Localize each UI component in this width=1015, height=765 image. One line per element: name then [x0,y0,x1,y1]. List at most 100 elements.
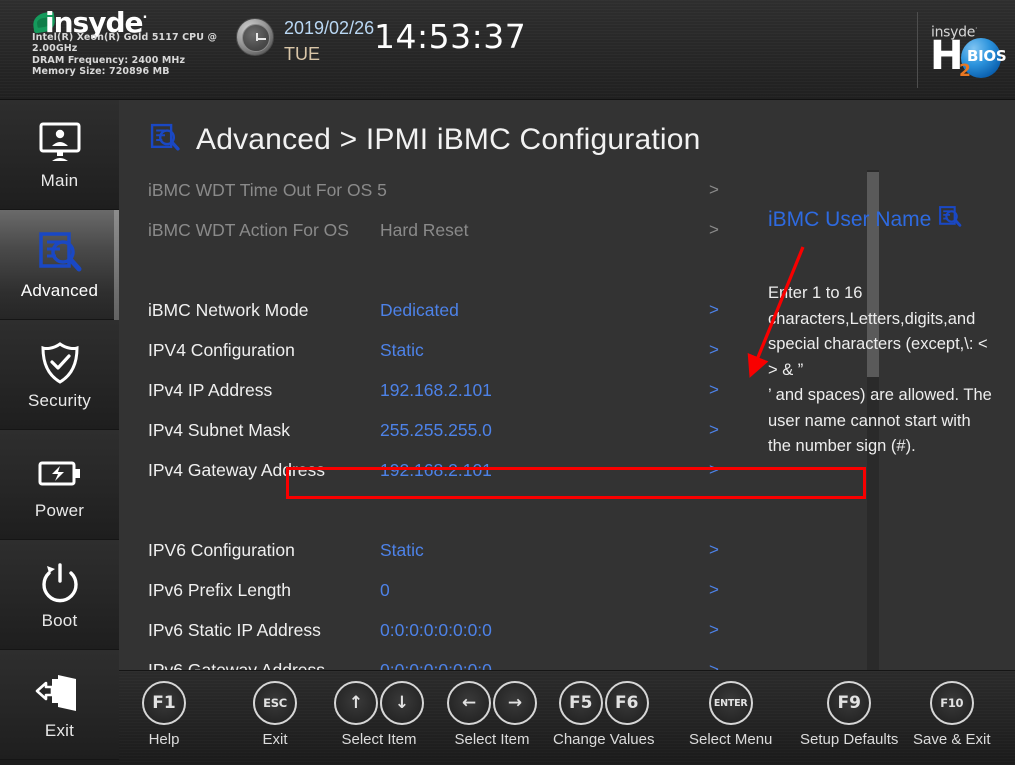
key-f10[interactable]: F10 [929,681,974,725]
clock-icon [236,18,274,56]
setting-row[interactable]: IPv4 Subnet Mask 255.255.255.0 > [148,410,743,450]
footer-group-select-menu[interactable]: ENTER Select Menu [689,681,772,748]
footer-label: Select Item [454,731,530,748]
power-restart-icon [35,559,85,607]
footer-label: Select Item [341,731,417,748]
key-arrow-down[interactable]: ↓ [380,681,424,725]
key-arrow-left[interactable]: ← [447,681,491,725]
footer-group-select-item-horizontal[interactable]: ← → Select Item [447,681,537,748]
setting-value: Static [380,339,424,360]
sidebar-item-label: Security [27,390,91,410]
content-area: Advanced > IPMI iBMC Configuration iBMC … [119,100,1015,765]
brand-registered-mark: · [142,10,147,26]
key-esc[interactable]: ESC [253,681,297,725]
document-search-icon [937,205,963,235]
setting-row[interactable]: IPv6 Prefix Length 0 > [148,570,743,610]
function-key-bar: F1 Help ESC Exit ↑ ↓ Select Item ← → Sel… [119,670,1015,765]
key-f5[interactable]: F5 [558,681,603,725]
help-title-text: iBMC User Name [768,208,932,231]
key-arrow-up[interactable]: ↑ [334,681,378,725]
setting-row: iBMC WDT Time Out For OS 5 > [148,170,743,210]
footer-group-change-values[interactable]: F5 F6 Change Values [553,681,654,748]
footer-group-select-item-vertical[interactable]: ↑ ↓ Select Item [334,681,424,748]
help-panel: iBMC User Name Enter 1 to 16 characters,… [768,205,1015,635]
logo-subscript-text: 2 [959,61,971,81]
battery-bolt-icon [35,449,85,497]
footer-label: Setup Defaults [800,731,899,748]
setting-row[interactable]: IPv6 Static IP Address 0:0:0:0:0:0:0:0 > [148,610,743,650]
sidebar-item-label: Boot [41,610,78,630]
sidebar-item-label: Power [34,500,85,520]
footer-label: Save & Exit [913,731,991,748]
setting-label: IPv4 Subnet Mask [148,419,291,440]
footer-label: Help [148,731,180,748]
page-title-text: Advanced > IPMI iBMC Configuration [196,123,701,156]
chevron-right-icon: > [709,300,719,319]
logo-bios-text: BIOS [967,47,1007,65]
system-time: 14:53:37 [374,17,527,56]
footer-group-exit[interactable]: ESC Exit [253,681,297,748]
key-f1[interactable]: F1 [142,681,186,725]
setting-value: 0:0:0:0:0:0:0:0 [380,619,492,640]
setting-value: 0 [380,579,390,600]
setting-label: iBMC WDT Time Out For OS 5 [148,179,387,200]
door-exit-icon [34,669,86,717]
setting-row-ipv4-ip-address[interactable]: IPv4 IP Address 192.168.2.101 > [148,370,743,410]
setting-value: Dedicated [380,299,459,320]
setting-label: iBMC WDT Action For OS [148,219,349,240]
sidebar-item-boot[interactable]: Boot [0,540,119,650]
setting-value: Static [380,539,424,560]
setting-row: iBMC WDT Action For OS Hard Reset > [148,210,743,250]
footer-group-setup-defaults[interactable]: F9 Setup Defaults [800,681,898,748]
chevron-right-icon: > [709,540,719,559]
help-title: iBMC User Name [768,205,1015,235]
shield-check-icon [35,339,85,387]
setting-label: IPv4 IP Address [148,379,273,400]
sidebar-item-advanced[interactable]: Advanced [0,210,119,320]
row-spacer [148,490,743,530]
key-f9[interactable]: F9 [827,681,872,725]
footer-group-help[interactable]: F1 Help [142,681,186,748]
key-f6[interactable]: F6 [604,681,649,725]
chevron-right-icon: > [709,460,719,479]
page-title: Advanced > IPMI iBMC Configuration [148,118,701,162]
insyde-h2o-bios-logo: insyde· H BIOS 2 [917,0,1007,99]
logo-divider [917,12,918,88]
sidebar-item-label: Advanced [20,280,99,300]
setting-row[interactable]: IPV4 Configuration Static > [148,330,743,370]
footer-group-save-exit[interactable]: F10 Save & Exit [913,681,991,748]
key-enter[interactable]: ENTER [708,681,753,725]
setting-row[interactable]: IPv4 Gateway Address 192.168.2.101 > [148,450,743,490]
setting-value: Hard Reset [380,219,469,240]
setting-label: IPV4 Configuration [148,339,295,360]
sidebar-item-exit[interactable]: Exit [0,650,119,760]
chevron-right-icon: > [709,180,719,199]
setting-label: IPv6 Static IP Address [148,619,321,640]
footer-label: Exit [262,731,288,748]
document-search-icon [35,229,85,277]
system-date: 2019/02/26 [284,18,375,38]
sidebar-item-security[interactable]: Security [0,320,119,430]
setting-value: 192.168.2.101 [380,379,492,400]
setting-row[interactable]: iBMC Network Mode Dedicated > [148,290,743,330]
document-search-icon [148,122,182,159]
setting-label: IPV6 Configuration [148,539,295,560]
system-weekday: TUE [284,44,320,64]
sidebar-item-power[interactable]: Power [0,430,119,540]
footer-label: Change Values [553,731,655,748]
sidebar-nav[interactable]: Main Advanced Security Power Boot Exit [0,100,119,765]
key-arrow-right[interactable]: → [493,681,537,725]
help-body-text: Enter 1 to 16 characters,Letters,digits,… [768,284,992,455]
settings-list[interactable]: iBMC WDT Time Out For OS 5 > iBMC WDT Ac… [148,170,743,740]
chevron-right-icon: > [709,580,719,599]
chevron-right-icon: > [709,340,719,359]
setting-label: IPv6 Prefix Length [148,579,291,600]
sidebar-item-label: Exit [44,720,75,740]
setting-value: 192.168.2.101 [380,459,492,480]
chevron-right-icon: > [709,380,719,399]
sidebar-item-label: Main [40,170,79,190]
setting-label: iBMC Network Mode [148,299,309,320]
system-clock: 2019/02/26 TUE 14:53:37 [236,10,696,85]
sidebar-item-main[interactable]: Main [0,100,119,210]
setting-row[interactable]: IPV6 Configuration Static > [148,530,743,570]
